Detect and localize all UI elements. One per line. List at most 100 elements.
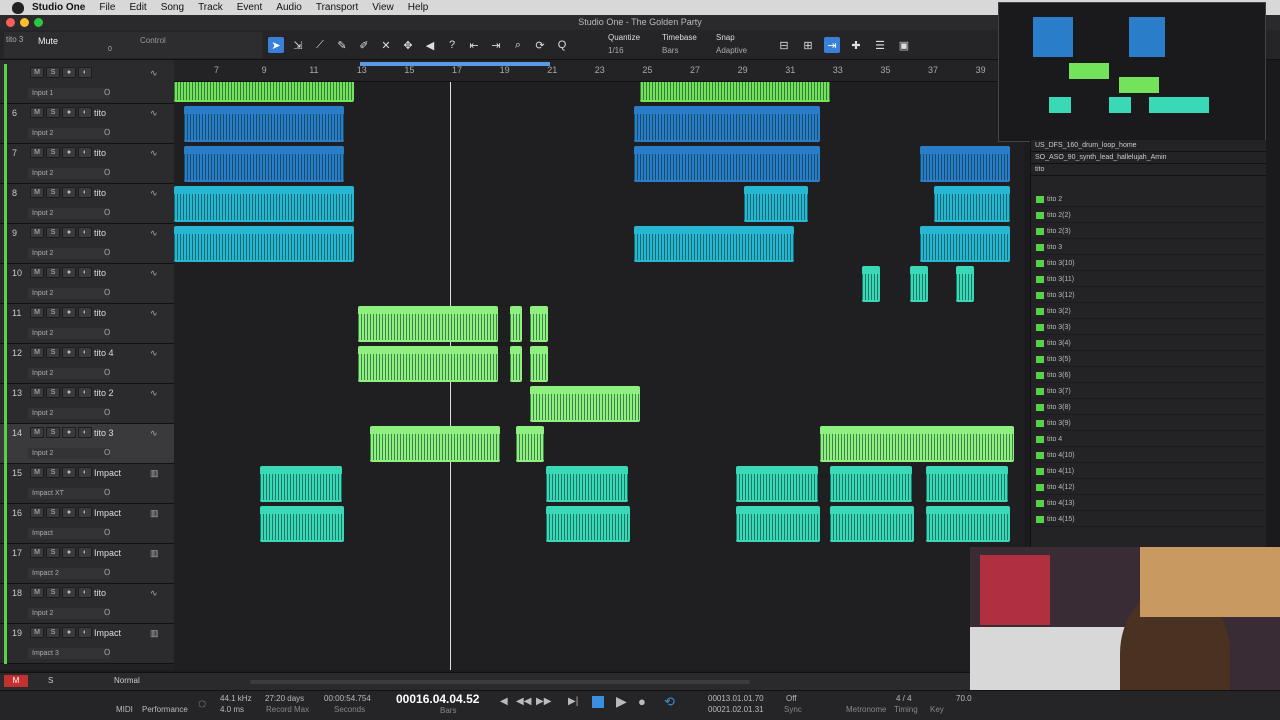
stop-button[interactable]: [592, 696, 604, 708]
mute-button[interactable]: M: [30, 187, 44, 198]
snap-grid-icon[interactable]: ⇥: [824, 37, 840, 53]
solo-button[interactable]: S: [46, 67, 60, 78]
browser-item[interactable]: tito 3(11): [1033, 272, 1265, 287]
audio-icon[interactable]: ∿: [150, 148, 158, 159]
audio-icon[interactable]: ∿: [150, 348, 158, 359]
browser-item[interactable]: tito 2(3): [1033, 224, 1265, 239]
menu-track[interactable]: Track: [198, 2, 223, 13]
snap-value[interactable]: Adaptive: [716, 46, 747, 55]
audio-event[interactable]: [546, 466, 628, 502]
record-arm-button[interactable]: ●: [62, 227, 76, 238]
mute-button[interactable]: M: [30, 507, 44, 518]
track-name[interactable]: tito 2: [94, 388, 114, 398]
instrument-icon[interactable]: ▥: [150, 628, 159, 639]
output-icon[interactable]: O: [104, 368, 110, 377]
monitor-button[interactable]: ◐: [78, 187, 92, 198]
browser-item[interactable]: tito 3(4): [1033, 336, 1265, 351]
solo-button[interactable]: S: [46, 187, 60, 198]
loop-left-value[interactable]: 00013.01.01.70: [708, 694, 764, 703]
monitor-button[interactable]: ◐: [78, 347, 92, 358]
audio-event[interactable]: [530, 346, 548, 382]
loop-right-value[interactable]: 00021.02.01.31: [708, 705, 764, 714]
instrument-icon[interactable]: ▥: [150, 468, 159, 479]
menu-edit[interactable]: Edit: [129, 2, 146, 13]
record-arm-button[interactable]: ●: [62, 387, 76, 398]
audio-event[interactable]: [546, 506, 630, 542]
audio-event[interactable]: [516, 426, 544, 462]
snap-control[interactable]: Snap Adaptive: [716, 33, 747, 55]
menu-transport[interactable]: Transport: [316, 2, 358, 13]
track-header[interactable]: 13 M S ● ◐ tito 2 ∿ Input 2O: [0, 384, 174, 424]
pencil-tool-icon[interactable]: ✎: [334, 37, 350, 53]
track-name[interactable]: tito: [94, 188, 106, 198]
audio-icon[interactable]: ∿: [150, 308, 158, 319]
audio-event[interactable]: [370, 426, 500, 462]
audio-event[interactable]: [184, 146, 344, 182]
audio-event[interactable]: [640, 82, 830, 102]
layout-icon[interactable]: ☰: [872, 37, 888, 53]
zoom-icon[interactable]: ⌕: [510, 37, 526, 53]
track-input[interactable]: Input 2: [28, 608, 110, 619]
record-arm-button[interactable]: ●: [62, 587, 76, 598]
loop-button[interactable]: ⟲: [664, 694, 675, 710]
horizontal-scrollbar[interactable]: [250, 680, 750, 684]
browser-item[interactable]: tito 3(2): [1033, 304, 1265, 319]
audio-event[interactable]: [820, 426, 1014, 462]
monitor-button[interactable]: ◐: [78, 147, 92, 158]
arrangement-view[interactable]: [174, 82, 1024, 670]
mute-button[interactable]: M: [30, 347, 44, 358]
monitor-button[interactable]: ◐: [78, 227, 92, 238]
solo-button[interactable]: S: [46, 227, 60, 238]
quantize-icon[interactable]: Q: [554, 37, 570, 53]
track-header[interactable]: 8 M S ● ◐ tito ∿ Input 2O: [0, 184, 174, 224]
audio-icon[interactable]: ∿: [150, 228, 158, 239]
monitor-button[interactable]: ◐: [78, 427, 92, 438]
solo-button[interactable]: S: [46, 547, 60, 558]
audio-event[interactable]: [736, 466, 818, 502]
browser-item[interactable]: tito 3(5): [1033, 352, 1265, 367]
browser-item[interactable]: tito 3(3): [1033, 320, 1265, 335]
audio-event[interactable]: [744, 186, 808, 222]
solo-button[interactable]: S: [46, 107, 60, 118]
output-icon[interactable]: O: [104, 88, 110, 97]
track-name[interactable]: tito 4: [94, 348, 114, 358]
loop-end-icon[interactable]: ⇥: [488, 37, 504, 53]
instrument-icon[interactable]: ▥: [150, 508, 159, 519]
browser-item[interactable]: tito 4(12): [1033, 480, 1265, 495]
bend-tool-icon[interactable]: ✥: [400, 37, 416, 53]
close-button[interactable]: [6, 18, 15, 27]
help-icon[interactable]: ?: [444, 37, 460, 53]
browser-item[interactable]: tito 3(10): [1033, 256, 1265, 271]
track-name[interactable]: tito: [94, 228, 106, 238]
browser-item[interactable]: tito 3(6): [1033, 368, 1265, 383]
track-header[interactable]: 18 M S ● ◐ tito ∿ Input 2O: [0, 584, 174, 624]
audio-icon[interactable]: ∿: [150, 388, 158, 399]
mute-button[interactable]: M: [30, 67, 44, 78]
track-header[interactable]: 17 M S ● ◐ Impact ▥ Impact 2O: [0, 544, 174, 584]
output-icon[interactable]: O: [104, 488, 110, 497]
browser-item-header[interactable]: SO_ASO_90_synth_lead_hallelujah_Amin: [1031, 152, 1270, 164]
timing-value[interactable]: 4 / 4: [896, 694, 912, 703]
track-name[interactable]: Impact: [94, 508, 121, 518]
audio-event[interactable]: [926, 466, 1008, 502]
monitor-button[interactable]: ◐: [78, 107, 92, 118]
output-icon[interactable]: O: [104, 408, 110, 417]
monitor-button[interactable]: ◐: [78, 267, 92, 278]
solo-button[interactable]: S: [46, 307, 60, 318]
monitor-button[interactable]: ◐: [78, 387, 92, 398]
record-arm-button[interactable]: ●: [62, 307, 76, 318]
record-arm-button[interactable]: ●: [62, 427, 76, 438]
mute-button[interactable]: M: [30, 627, 44, 638]
browser-item[interactable]: tito 2(2): [1033, 208, 1265, 223]
menu-audio[interactable]: Audio: [276, 2, 302, 13]
track-input[interactable]: Input 2: [28, 408, 110, 419]
audio-event[interactable]: [358, 306, 498, 342]
mode-label[interactable]: Normal: [114, 676, 140, 685]
audio-icon[interactable]: ∿: [150, 268, 158, 279]
solo-button[interactable]: S: [46, 587, 60, 598]
mute-button[interactable]: M: [30, 587, 44, 598]
track-input[interactable]: Impact 2: [28, 568, 110, 579]
audio-event[interactable]: [910, 266, 928, 302]
browser-item-header[interactable]: US_DFS_160_drum_loop_home: [1031, 140, 1270, 152]
snap-toggle-icon[interactable]: ⊞: [800, 37, 816, 53]
